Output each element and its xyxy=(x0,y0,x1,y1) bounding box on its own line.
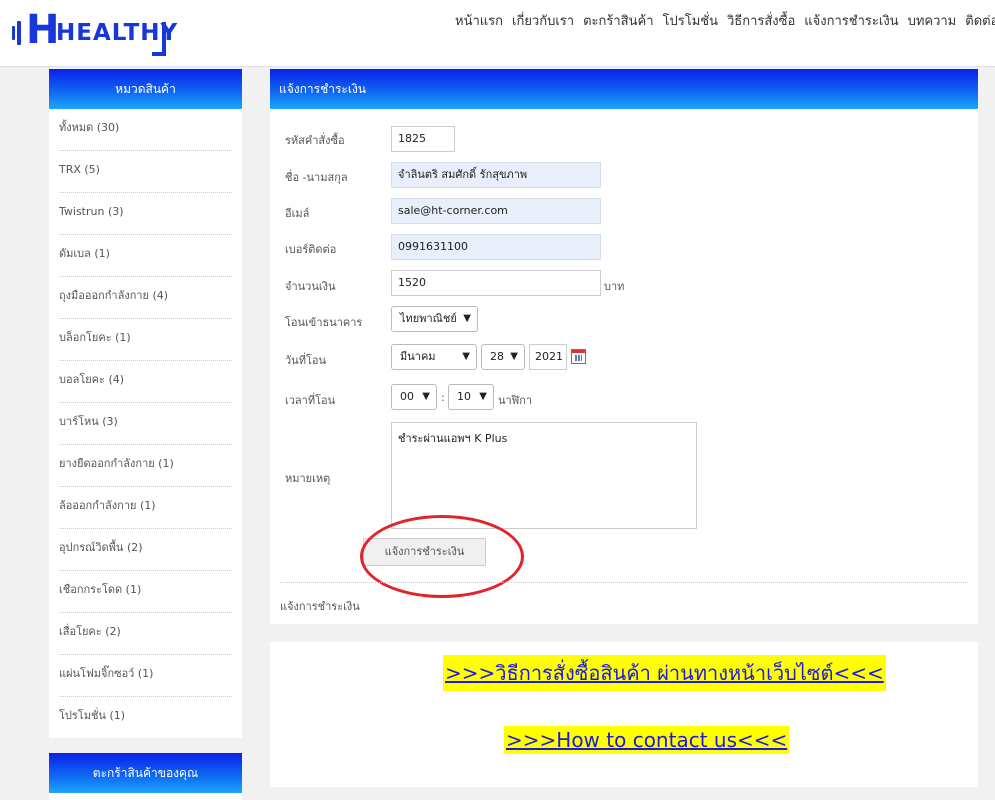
date-label: วันที่โอน xyxy=(285,354,326,367)
chevron-down-icon: ▼ xyxy=(463,313,471,324)
category-list: ทั้งหมด (30) TRX (5) Twistrun (3) ดัมเบล… xyxy=(49,109,242,738)
day-select-value: 28 xyxy=(490,350,504,363)
time-label: เวลาที่โอน xyxy=(285,394,336,407)
phone-input[interactable]: 0991631100 xyxy=(391,234,601,260)
note-label: หมายเหตุ xyxy=(285,472,331,485)
cart-sidebar: ตะกร้าสินค้าของคุณ xyxy=(49,753,242,800)
category-item[interactable]: เชือกกระโดด (1) xyxy=(59,571,232,613)
nav-item-home[interactable]: หน้าแรก xyxy=(455,10,503,31)
phone-label: เบอร์ติดต่อ xyxy=(285,243,337,256)
nav-item-cart[interactable]: ตะกร้าสินค้า xyxy=(583,10,653,31)
amount-input[interactable]: 1520 xyxy=(391,270,601,296)
amount-label: จำนวนเงิน xyxy=(285,280,336,293)
amount-unit: บาท xyxy=(604,280,625,293)
category-item[interactable]: ทั้งหมด (30) xyxy=(59,109,232,151)
logo-bracket xyxy=(152,22,166,56)
nav-item-about[interactable]: เกี่ยวกับเรา xyxy=(512,10,574,31)
category-item[interactable]: ถุงมือออกกำลังกาย (4) xyxy=(59,277,232,319)
category-item[interactable]: บอลโยคะ (4) xyxy=(59,361,232,403)
payment-form-title: แจ้งการชำระเงิน xyxy=(270,69,978,109)
cart-title: ตะกร้าสินค้าของคุณ xyxy=(49,753,242,793)
chevron-down-icon: ▼ xyxy=(422,391,430,402)
month-select[interactable]: มีนาคม ▼ xyxy=(391,344,477,370)
minute-select-value: 10 xyxy=(457,390,471,403)
payment-footer-text: แจ้งการชำระเงิน xyxy=(280,600,360,613)
day-select[interactable]: 28 ▼ xyxy=(481,344,525,370)
category-item[interactable]: ล้อออกกำลังกาย (1) xyxy=(59,487,232,529)
payment-form-panel: แจ้งการชำระเงิน รหัสคำสั่งซื้อ 1825 ชื่อ… xyxy=(270,69,978,624)
chevron-down-icon: ▼ xyxy=(462,351,470,362)
calendar-icon[interactable] xyxy=(571,349,586,364)
order-id-input[interactable]: 1825 xyxy=(391,126,455,152)
name-label: ชื่อ -นามสกุล xyxy=(285,171,348,184)
note-textarea[interactable]: ชำระผ่านแอพฯ K Plus xyxy=(391,422,697,529)
how-to-order-link[interactable]: >>>วิธีการสั่งซื้อสินค้า ผ่านทางหน้าเว็บ… xyxy=(443,655,886,691)
category-item[interactable]: แผ่นโฟมจิ๊กซอว์ (1) xyxy=(59,655,232,697)
category-sidebar: หมวดสินค้า ทั้งหมด (30) TRX (5) Twistrun… xyxy=(49,69,242,738)
site-header: H HEALTHY หน้าแรก เกี่ยวกับเรา ตะกร้าสินค้… xyxy=(0,0,995,67)
category-item[interactable]: TRX (5) xyxy=(59,151,232,193)
site-logo[interactable]: H HEALTHY xyxy=(12,7,177,56)
form-divider xyxy=(280,582,968,583)
category-item[interactable]: โปรโมชั่น (1) xyxy=(59,697,232,738)
category-item[interactable]: ยางยืดออกกำลังกาย (1) xyxy=(59,445,232,487)
email-label: อีเมล์ xyxy=(285,207,310,220)
main-nav: หน้าแรก เกี่ยวกับเรา ตะกร้าสินค้า โปรโมชั่น… xyxy=(455,10,995,31)
year-input[interactable]: 2021 xyxy=(529,344,567,370)
category-item[interactable]: เสื่อโยคะ (2) xyxy=(59,613,232,655)
month-select-value: มีนาคม xyxy=(400,350,436,363)
nav-item-how-to-order[interactable]: วิธีการสั่งซื้อ xyxy=(727,10,795,31)
logo-h-letter: H xyxy=(26,7,60,53)
category-item[interactable]: อุปกรณ์วิดพื้น (2) xyxy=(59,529,232,571)
nav-item-contact[interactable]: ติดต่อ xyxy=(965,10,995,31)
category-item[interactable]: บล็อกโยคะ (1) xyxy=(59,319,232,361)
chevron-down-icon: ▼ xyxy=(510,351,518,362)
time-separator: : xyxy=(441,391,445,404)
category-item[interactable]: บาร์โหน (3) xyxy=(59,403,232,445)
chevron-down-icon: ▼ xyxy=(479,391,487,402)
category-item[interactable]: ดัมเบล (1) xyxy=(59,235,232,277)
red-annotation-circle xyxy=(360,515,524,598)
name-input[interactable]: จำลินตริ สมศักดิ์ รักสุขภาพ xyxy=(391,162,601,188)
minute-select[interactable]: 10 ▼ xyxy=(448,384,494,410)
order-id-label: รหัสคำสั่งซื้อ xyxy=(285,134,345,147)
category-item[interactable]: Twistrun (3) xyxy=(59,193,232,235)
bank-select-value: ไทยพาณิชย์ xyxy=(400,312,457,325)
nav-item-payment[interactable]: แจ้งการชำระเงิน xyxy=(804,10,898,31)
email-input[interactable]: sale@ht-corner.com xyxy=(391,198,601,224)
nav-item-articles[interactable]: บทความ xyxy=(908,10,957,31)
contact-us-link[interactable]: >>>How to contact us<<< xyxy=(504,726,790,754)
bank-label: โอนเข้าธนาคาร xyxy=(285,316,363,329)
hour-select-value: 00 xyxy=(400,390,414,403)
nav-item-promotion[interactable]: โปรโมชั่น xyxy=(663,10,718,31)
help-links-panel: >>>วิธีการสั่งซื้อสินค้า ผ่านทางหน้าเว็บ… xyxy=(270,642,978,787)
hour-select[interactable]: 00 ▼ xyxy=(391,384,437,410)
category-title: หมวดสินค้า xyxy=(49,69,242,109)
bank-select[interactable]: ไทยพาณิชย์ ▼ xyxy=(391,306,478,332)
time-unit: นาฬิกา xyxy=(498,394,533,407)
